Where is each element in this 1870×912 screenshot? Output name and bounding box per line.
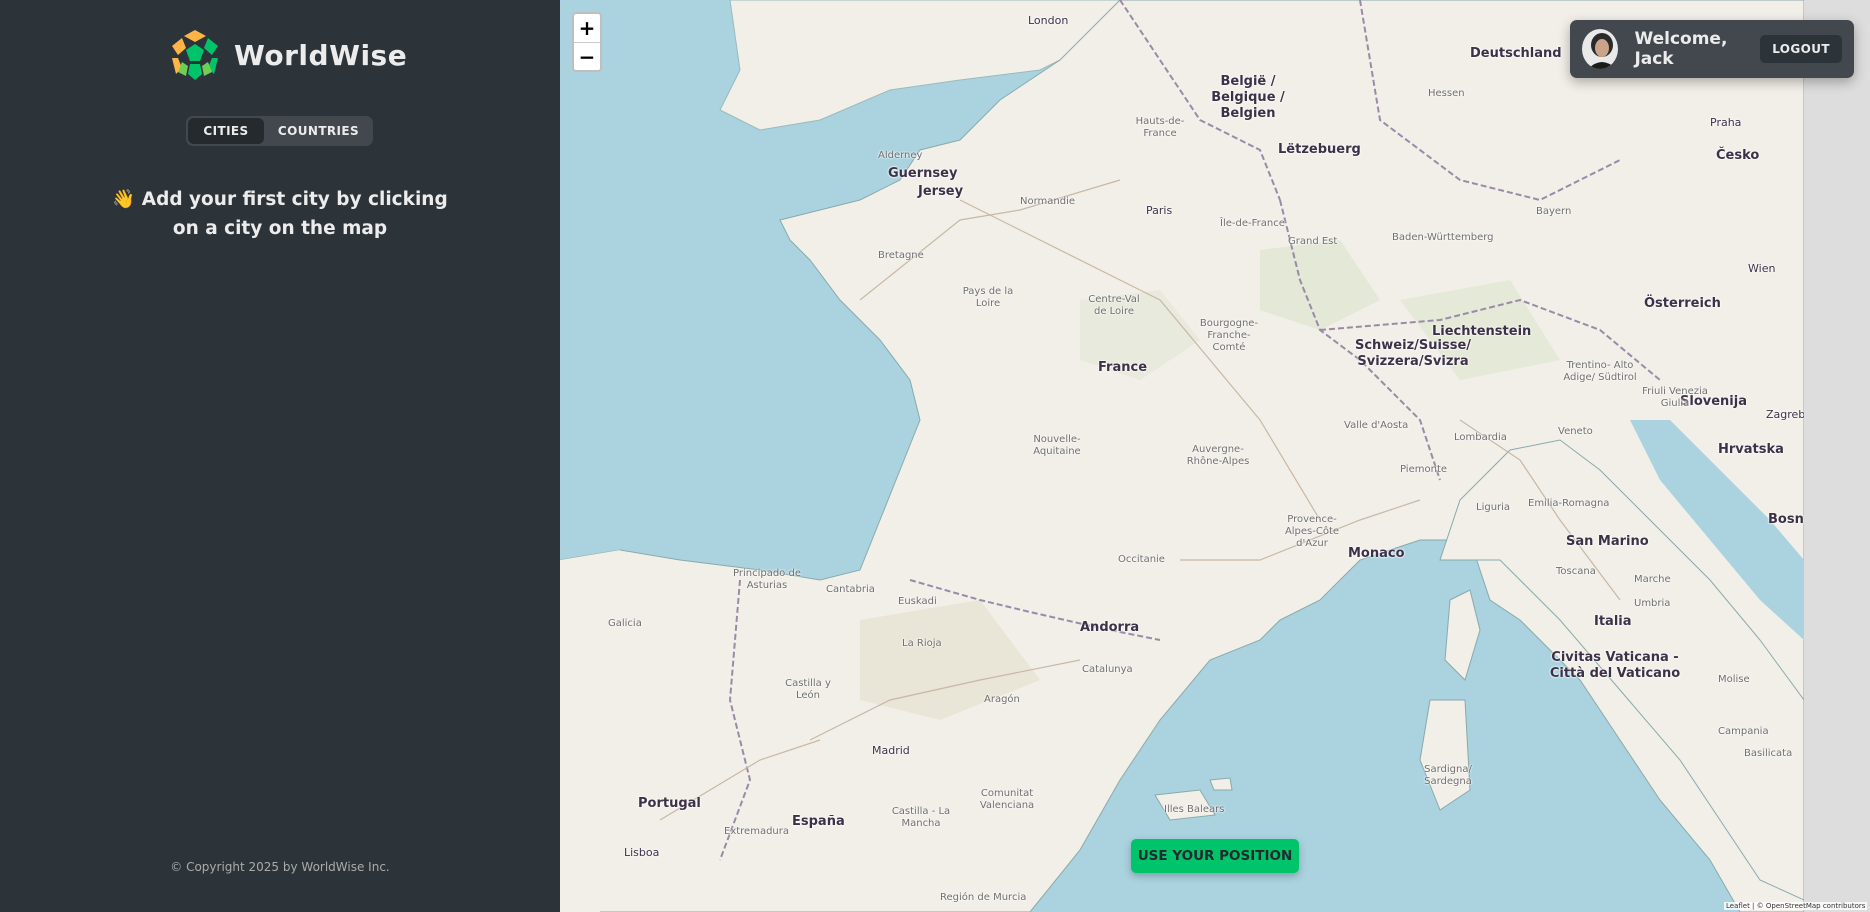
map-label-san-marino[interactable]: San Marino (1566, 534, 1649, 550)
map-region-veneto: Veneto (1558, 426, 1593, 437)
map-region-piemonte: Piemonte (1400, 464, 1448, 475)
map-region-castilla-leon: Castilla y León (785, 678, 831, 701)
map-region-nouvelle: Nouvelle- Aquitaine (1033, 434, 1081, 457)
map-region-castilla-mancha: Castilla - La Mancha (891, 806, 951, 829)
map-label-schweiz[interactable]: Schweiz/Suisse/ Svizzera/Svizra (1348, 338, 1478, 370)
sidebar: WorldWise CITIES COUNTRIES 👋 Add your fi… (0, 0, 560, 912)
map-region-grand-est: Grand Est (1288, 236, 1338, 247)
zoom-in-button[interactable]: + (574, 14, 600, 42)
user-panel: Welcome, Jack LOGOUT (1570, 20, 1854, 78)
map-region-extremadura: Extremadura (724, 826, 789, 837)
map-region-liguria: Liguria (1476, 502, 1511, 513)
logout-button[interactable]: LOGOUT (1760, 35, 1842, 63)
map-region-comunitat: Comunitat Valenciana (979, 788, 1035, 811)
logo[interactable]: WorldWise (168, 28, 407, 82)
map-region-la-rioja: La Rioja (902, 638, 942, 649)
map-region-normandie: Normandie (1020, 196, 1076, 207)
map-region-galicia: Galicia (608, 618, 642, 629)
map-region-principado: Principado de Asturias (733, 568, 801, 591)
map-region-provence: Provence- Alpes-Côte d'Azur (1284, 514, 1340, 549)
zoom-out-button[interactable]: − (574, 42, 600, 71)
map-region-aragon: Aragón (984, 694, 1020, 705)
map-region-catalunya: Catalunya (1082, 664, 1133, 675)
map-label-wien[interactable]: Wien (1748, 262, 1775, 275)
map-label-belgie[interactable]: België / Belgique / Belgien (1188, 74, 1308, 122)
map-region-hauts-de-france: Hauts-de- France (1135, 116, 1185, 139)
map-label-italia[interactable]: Italia (1594, 614, 1632, 630)
map-region-centre: Centre-Val de Loire (1088, 294, 1140, 317)
map-region-cantabria: Cantabria (826, 584, 875, 595)
map-region-bourgogne: Bourgogne- Franche- Comté (1199, 318, 1259, 353)
map-label-guernsey[interactable]: Guernsey (888, 166, 957, 182)
map-label-zagreb[interactable]: Zagreb (1766, 408, 1804, 421)
map-region-marche: Marche (1634, 574, 1671, 585)
map-attribution[interactable]: Leaflet | © OpenStreetMap contributors (1724, 902, 1868, 910)
zoom-control: + − (572, 12, 602, 72)
tab-countries[interactable]: COUNTRIES (264, 116, 373, 146)
map-label-jersey[interactable]: Jersey (918, 184, 963, 200)
map-region-euskadi: Euskadi (898, 596, 937, 607)
map-region-hessen: Hessen (1428, 88, 1465, 99)
map-region-umbria: Umbria (1634, 598, 1671, 609)
user-avatar-icon (1582, 29, 1619, 69)
map-label-letzebuerg[interactable]: Lëtzebuerg (1278, 142, 1361, 158)
app-name: WorldWise (234, 38, 408, 72)
view-tabs: CITIES COUNTRIES (186, 116, 373, 146)
map-label-hrvatska[interactable]: Hrvatska (1718, 442, 1784, 458)
map-label-bosna[interactable]: Bosna (1768, 512, 1804, 528)
map-region-ile-de-france: Île-de-France (1220, 218, 1285, 229)
map-region-sardigna: Sardigna/ Sardegna (1424, 764, 1472, 787)
map-region-illes-balears: Illes Balears (1164, 804, 1225, 815)
map-region-lombardia: Lombardia (1454, 432, 1507, 443)
map-label-praha[interactable]: Praha (1710, 116, 1741, 129)
map-label-paris[interactable]: Paris (1146, 204, 1172, 217)
map-region-emilia: Emilia-Romagna (1528, 498, 1610, 509)
welcome-text: Welcome, Jack (1634, 29, 1728, 69)
map-region-alderney: Alderney (878, 150, 923, 161)
map-label-osterreich[interactable]: Österreich (1644, 296, 1721, 312)
map-label-france[interactable]: France (1098, 360, 1147, 376)
copyright: © Copyright 2025 by WorldWise Inc. (170, 860, 390, 874)
map-region-murcia: Región de Murcia (940, 892, 1027, 903)
map-label-portugal[interactable]: Portugal (638, 796, 701, 812)
map-region-occitanie: Occitanie (1118, 554, 1165, 565)
avatar (1582, 29, 1619, 69)
page-scrollbar[interactable] (1804, 0, 1870, 912)
map-label-vaticano[interactable]: Civitas Vaticana - Città del Vaticano (1540, 650, 1690, 682)
map-region-pays-de-la-loire: Pays de la Loire (962, 286, 1014, 309)
empty-cities-message: 👋 Add your first city by clicking on a c… (112, 189, 448, 239)
map-label-deutschland[interactable]: Deutschland (1470, 46, 1562, 62)
map-region-bayern: Bayern (1536, 206, 1572, 217)
map-region-toscana: Toscana (1556, 566, 1596, 577)
map-region-molise: Molise (1718, 674, 1750, 685)
map-region-valle-aosta: Valle d'Aosta (1344, 420, 1409, 431)
map-label-andorra[interactable]: Andorra (1080, 620, 1139, 636)
use-your-position-button[interactable]: USE YOUR POSITION (1131, 839, 1299, 873)
map[interactable]: London Deutschland België / Belgique / B… (560, 0, 1804, 912)
map-region-basilicata: Basilicata (1744, 748, 1793, 759)
map-label-monaco[interactable]: Monaco (1348, 546, 1405, 562)
map-region-bretagne: Bretagne (878, 250, 924, 261)
map-label-espana[interactable]: España (792, 814, 845, 830)
map-region-trentino: Trentino- Alto Adige/ Südtirol (1563, 360, 1637, 383)
tab-cities[interactable]: CITIES (188, 118, 264, 144)
map-label-cesko[interactable]: Česko (1716, 148, 1759, 164)
worldwise-logo-icon (169, 29, 221, 81)
map-region-campania: Campania (1718, 726, 1769, 737)
map-label-madrid[interactable]: Madrid (872, 744, 910, 757)
map-region-baden: Baden-Württemberg (1392, 232, 1494, 243)
map-label-lisboa[interactable]: Lisboa (624, 846, 659, 859)
map-label-london[interactable]: London (1028, 14, 1068, 27)
map-region-friuli: Friuli Venezia Giulia (1642, 386, 1708, 409)
map-region-auvergne: Auvergne- Rhône-Alpes (1186, 444, 1250, 467)
